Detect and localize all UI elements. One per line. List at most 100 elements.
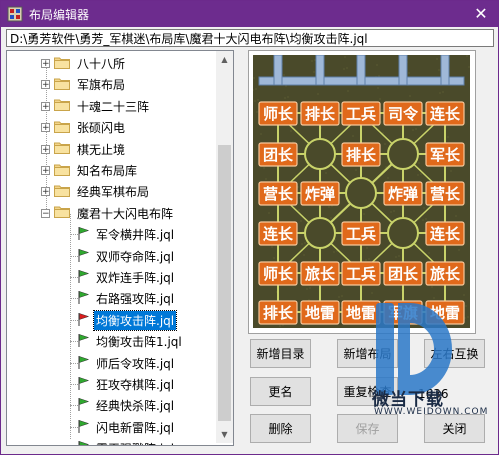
- board: 师长 排长 工兵 司令 连长团长 排长 军长营长 炸弹 炸弹 营长连长 工兵 连长师长 旅长 工兵 团长 旅长…: [253, 55, 470, 328]
- expand-icon[interactable]: +: [41, 166, 50, 176]
- tree-file[interactable]: 均衡攻击阵1.jql: [75, 331, 184, 352]
- flag-icon: [75, 418, 94, 437]
- tree-file[interactable]: 均衡攻击阵.jql: [75, 309, 178, 331]
- piece-label: 炸弹: [388, 185, 418, 203]
- expand-icon[interactable]: +: [41, 187, 50, 197]
- flag-icon: [75, 439, 94, 445]
- tree-folder-label: 张硕闪电: [77, 121, 126, 136]
- tree-file-label: 狂攻夺棋阵.jql: [96, 378, 175, 392]
- folder-icon: [54, 120, 75, 136]
- tree-file[interactable]: 师后令攻阵.jql: [75, 353, 176, 374]
- railway-col: [273, 55, 283, 86]
- expand-icon[interactable]: +: [41, 101, 50, 111]
- camp-circle: [345, 177, 377, 209]
- swap-button[interactable]: 左右互换: [424, 339, 485, 368]
- piece-label: 连长: [430, 225, 461, 243]
- piece-label: 排长: [263, 304, 294, 322]
- folder-icon: [54, 184, 75, 200]
- tree-folder-label: 八十八所: [77, 57, 126, 71]
- piece-label: 司令: [388, 105, 419, 123]
- watermark-url: WWW.WEIDOWN.COM: [374, 407, 489, 417]
- flag-icon: [75, 311, 94, 330]
- tree-file[interactable]: 闪电新雷阵.jql: [75, 417, 176, 438]
- expand-icon[interactable]: +: [41, 59, 50, 69]
- folder-icon: [54, 77, 75, 93]
- app-icon: [7, 6, 23, 22]
- tree-file-label: 经典快杀阵.jql: [96, 399, 175, 414]
- piece-label: 排长: [346, 146, 377, 164]
- new-layout-button[interactable]: 新增布局: [337, 339, 398, 368]
- new-folder-button[interactable]: 新增目录: [250, 339, 311, 368]
- piece-label: 师长: [263, 265, 294, 283]
- tree-file[interactable]: 右路强攻阵.jql: [75, 288, 176, 309]
- expand-icon[interactable]: +: [41, 80, 50, 90]
- window-title: 布局编辑器: [29, 8, 90, 22]
- tree-folder-label: 经典军棋布局: [77, 185, 150, 200]
- layout-tree[interactable]: + 八十八所 + 军旗布局 + 十魂二十三阵 + 张硕闪电 + 棋无止境 + 知名布局库 + 经典军棋布局…: [6, 50, 234, 446]
- tree-file[interactable]: 霸王强戮阵.jql: [75, 438, 176, 445]
- tree-folder[interactable]: + 知名布局库: [41, 160, 139, 181]
- camp-circle: [387, 217, 419, 249]
- tree-folder[interactable]: + 张硕闪电: [41, 117, 127, 138]
- railway-col: [356, 55, 366, 86]
- flag-icon: [75, 332, 94, 351]
- piece-label: 地雷: [305, 304, 335, 322]
- piece-label: 排长: [305, 105, 336, 123]
- tree-folder[interactable]: + 军旗布局: [41, 74, 127, 95]
- tree-file-label: 霸王强戮阵.jql: [94, 439, 176, 445]
- railway-col: [398, 55, 408, 86]
- piece-label: 连长: [263, 225, 294, 243]
- close-button[interactable]: 关闭: [424, 414, 485, 443]
- piece-label: 军旗: [388, 304, 418, 322]
- title-bar: 布局编辑器 ✕: [1, 1, 498, 27]
- tree-folder[interactable]: + 十魂二十三阵: [41, 96, 151, 117]
- tree-file[interactable]: 双师夺命阵.jql: [75, 246, 176, 267]
- save-button[interactable]: 保存: [337, 414, 398, 443]
- path-field[interactable]: D:\勇芳软件\勇芳_军棋迷\布局库\魔君十大闪电布阵\均衡攻击阵.jql: [6, 29, 494, 47]
- folder-icon: [54, 163, 75, 179]
- expand-icon[interactable]: +: [41, 123, 50, 133]
- tree-folder-label: 十魂二十三阵: [77, 99, 150, 114]
- scroll-up-icon[interactable]: ▲: [216, 51, 233, 68]
- delete-button[interactable]: 删除: [250, 414, 311, 443]
- folder-icon: [54, 56, 75, 72]
- piece-label: 工兵: [346, 265, 376, 283]
- tree-file[interactable]: 狂攻夺棋阵.jql: [75, 374, 176, 395]
- tree-folder[interactable]: + 八十八所: [41, 53, 127, 74]
- camp-circle: [387, 138, 419, 170]
- flag-icon: [75, 354, 94, 373]
- flag-icon: [75, 225, 94, 244]
- piece-label: 师长: [263, 105, 294, 123]
- tree-file-label: 双炸连手阵.jql: [96, 271, 175, 285]
- tree-file[interactable]: 双炸连手阵.jql: [75, 267, 176, 288]
- tree-scrollbar[interactable]: ▲ ▼: [216, 51, 233, 443]
- folder-icon: [54, 98, 75, 114]
- tree-file-label: 师后令攻阵.jql: [96, 356, 175, 371]
- rename-button[interactable]: 更名: [250, 377, 311, 406]
- flag-icon: [75, 289, 94, 308]
- tree-folder[interactable]: + 经典军棋布局: [41, 181, 151, 202]
- close-icon[interactable]: ✕: [470, 3, 492, 25]
- collapse-icon[interactable]: −: [41, 208, 50, 218]
- tree-file[interactable]: 经典快杀阵.jql: [75, 395, 176, 416]
- piece-label: 地雷: [346, 304, 376, 322]
- tree-file[interactable]: 军令横井阵.jql: [75, 224, 176, 245]
- folder-icon: [54, 205, 75, 221]
- railway-col: [440, 55, 450, 86]
- window: 布局编辑器 ✕ D:\勇芳软件\勇芳_军棋迷\布局库\魔君十大闪电布阵\均衡攻击…: [0, 0, 499, 455]
- tree-folder[interactable]: + 棋无止境: [41, 139, 127, 160]
- piece-label: 团长: [263, 146, 294, 164]
- piece-label: 团长: [388, 265, 419, 283]
- tree-folder-label: 魔君十大闪电布阵: [77, 206, 174, 221]
- folder-icon: [54, 141, 75, 157]
- scroll-thumb[interactable]: [218, 145, 231, 421]
- piece-label: 炸弹: [305, 185, 335, 203]
- flag-icon: [75, 268, 94, 287]
- tree-file-label: 军令横井阵.jql: [96, 228, 175, 243]
- tree-folder[interactable]: − 魔君十大闪电布阵: [41, 203, 175, 224]
- expand-icon[interactable]: +: [41, 144, 50, 154]
- scroll-down-icon[interactable]: ▼: [216, 426, 233, 443]
- board-preview: 师长 排长 工兵 司令 连长 团长 排长 军长 营长 炸弹 炸弹 营长 连长 工兵 连长 师长 旅长 工兵 团长 旅长…: [248, 50, 476, 334]
- piece-label: 营长: [430, 185, 461, 203]
- flag-icon: [75, 396, 94, 415]
